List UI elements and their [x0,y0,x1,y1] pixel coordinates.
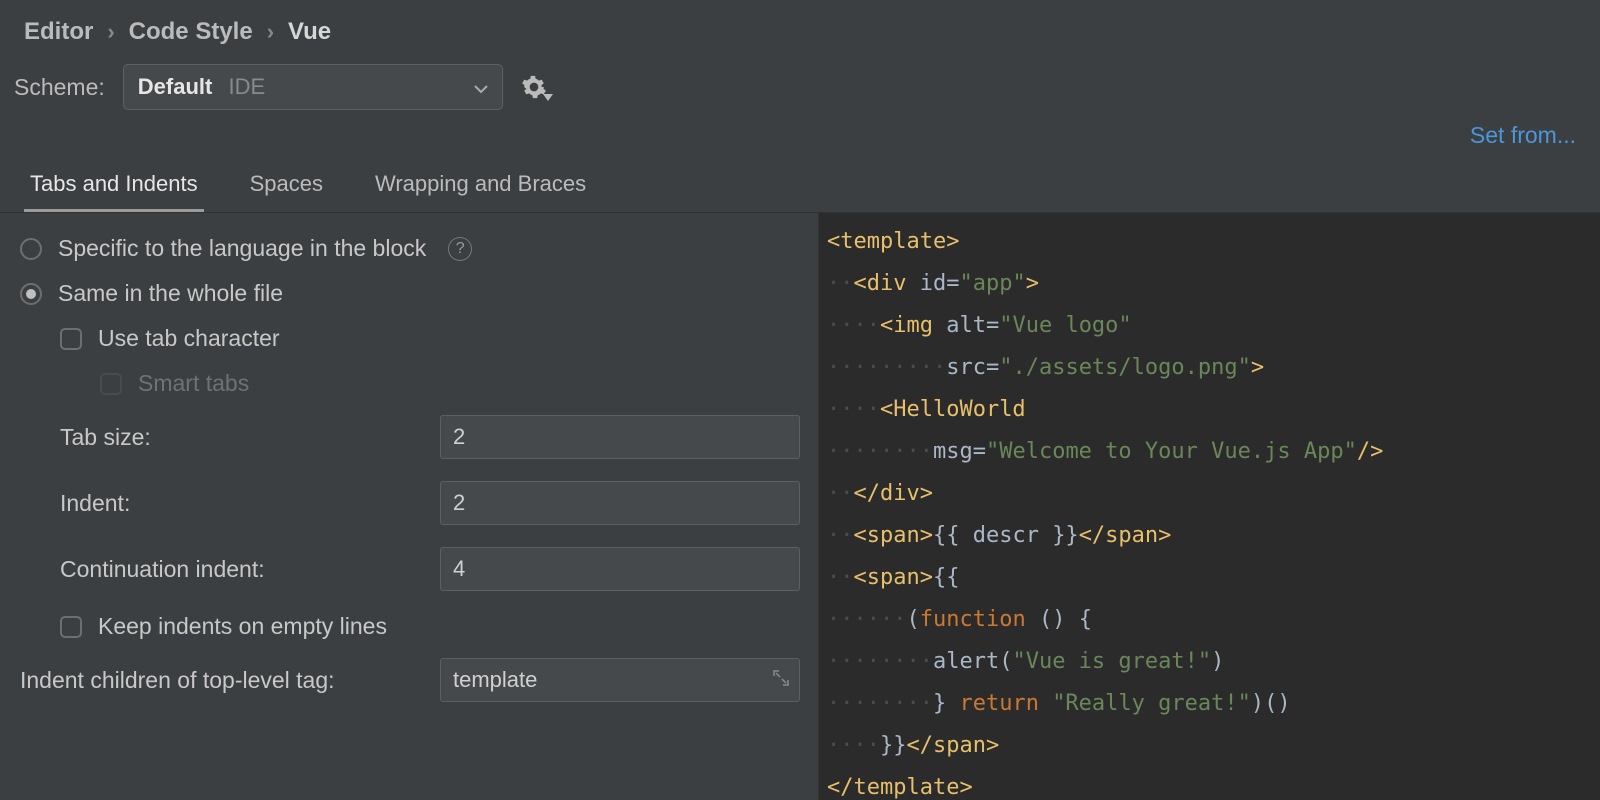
chevron-right-icon: › [107,19,114,45]
scheme-name: Default [138,74,213,99]
radio-specific-to-language[interactable] [20,238,42,260]
tab-size-label: Tab size: [60,424,440,451]
checkbox-smart-tabs [100,373,122,395]
continuation-indent-label: Continuation indent: [60,556,440,583]
tab-spaces[interactable]: Spaces [244,163,329,212]
radio-same-label: Same in the whole file [58,280,283,307]
smart-tabs-label: Smart tabs [138,370,249,397]
chevron-down-icon [474,74,488,100]
tab-tabs-and-indents[interactable]: Tabs and Indents [24,163,204,212]
radio-same-in-file[interactable] [20,283,42,305]
indent-children-label: Indent children of top-level tag: [20,667,440,694]
tab-size-input[interactable] [440,415,800,459]
indent-children-input[interactable] [440,658,800,702]
continuation-indent-input[interactable] [440,547,800,591]
help-icon[interactable]: ? [448,237,472,261]
breadcrumb-code-style[interactable]: Code Style [129,18,253,46]
breadcrumb-vue[interactable]: Vue [288,18,331,46]
set-from-row: Set from... [0,120,1600,149]
breadcrumb-editor[interactable]: Editor [24,18,93,46]
gear-icon[interactable] [521,74,547,100]
main-split: Specific to the language in the block ? … [0,213,1600,800]
breadcrumb: Editor › Code Style › Vue [0,0,1600,56]
set-from-link[interactable]: Set from... [1470,122,1576,149]
scheme-select[interactable]: Default IDE [123,64,503,110]
code-preview: <template> ··<div id="app"> ····<img alt… [819,213,1600,800]
tab-wrapping-and-braces[interactable]: Wrapping and Braces [369,163,592,212]
indent-input[interactable] [440,481,800,525]
scheme-scope: IDE [228,74,265,99]
settings-panel: Specific to the language in the block ? … [0,213,819,800]
scheme-row: Scheme: Default IDE [0,56,1600,120]
scheme-label: Scheme: [14,74,105,101]
checkbox-use-tab-char[interactable] [60,328,82,350]
chevron-right-icon: › [267,19,274,45]
radio-specific-label: Specific to the language in the block [58,235,426,262]
keep-indents-label: Keep indents on empty lines [98,613,387,640]
indent-label: Indent: [60,490,440,517]
checkbox-keep-indents-empty-lines[interactable] [60,616,82,638]
tabs: Tabs and Indents Spaces Wrapping and Bra… [0,153,1600,213]
use-tab-char-label: Use tab character [98,325,280,352]
